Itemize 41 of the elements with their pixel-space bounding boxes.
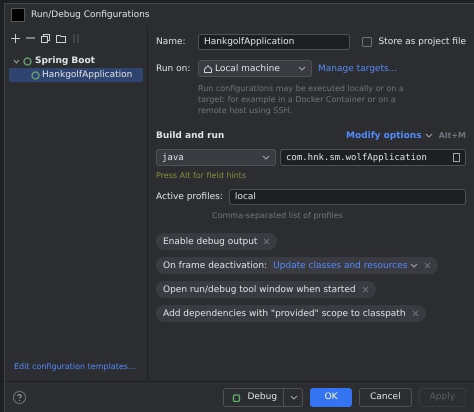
jre-dropdown[interactable]: java [156, 149, 276, 166]
field-label: Name: [156, 37, 187, 47]
browse-icon[interactable] [453, 153, 460, 162]
option-label: On frame deactivation: [163, 260, 268, 270]
tree-item[interactable]: HankgolfApplication [9, 68, 143, 82]
chevron-down-icon [262, 155, 270, 160]
modify-options-link[interactable]: Modify options [346, 130, 433, 140]
chevron-down-icon [424, 133, 433, 138]
name-field[interactable]: HankgolfApplication [198, 34, 350, 50]
bug-icon [232, 392, 242, 402]
templates-link[interactable]: Edit configuration templates... [5, 362, 147, 381]
debug-button[interactable]: Debug [223, 388, 304, 406]
hint-text: Press Alt for field hints [156, 170, 247, 181]
main-class-field[interactable]: com.hnk.sm.wolfApplication [280, 149, 466, 166]
hint-text: Comma-separated list of profiles [212, 210, 344, 221]
checkbox[interactable] [362, 37, 372, 47]
hint-text: Run configurations may be executed locally or on a target: for example in a Docker Container or on a remote host using SSH. [198, 83, 405, 116]
ok-button[interactable]: OK [310, 388, 352, 406]
tree-item[interactable]: Spring Boot [5, 54, 147, 68]
option-label: Open run/debug tool window when started [163, 284, 356, 294]
home-icon [204, 64, 212, 72]
window-title: Run/Debug Configurations [31, 10, 150, 20]
field-label: Run on: [156, 64, 192, 74]
run-on-dropdown[interactable]: Local machine [198, 60, 312, 77]
chevron-down-icon [290, 394, 298, 400]
profiles-field[interactable]: local [228, 189, 466, 205]
checkbox-label: Store as project file [378, 37, 466, 47]
cancel-button[interactable]: Cancel [359, 388, 412, 406]
copy-icon[interactable] [41, 34, 50, 42]
help-icon[interactable] [13, 390, 26, 404]
field-label: Active profiles: [156, 192, 223, 202]
option-label: Enable debug output [163, 236, 258, 246]
shortcut-hint: Alt+M [438, 130, 466, 141]
folder-icon[interactable] [56, 34, 66, 42]
chevron-down-icon[interactable] [13, 58, 20, 64]
option-label: Add dependencies with "provided" scope to classpath [163, 308, 406, 318]
section-title: Build and run [156, 130, 224, 140]
add-icon[interactable] [11, 34, 20, 42]
chevron-down-icon [410, 263, 418, 268]
chevron-down-icon [298, 66, 306, 71]
manage-targets-link[interactable]: Manage targets... [318, 64, 398, 74]
